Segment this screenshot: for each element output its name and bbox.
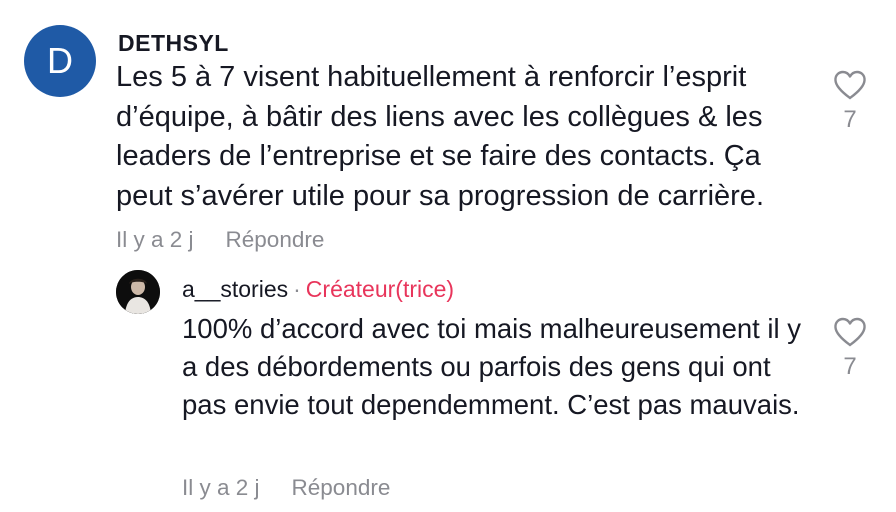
- comment-username[interactable]: DETHSYL: [118, 30, 229, 57]
- creator-badge: Créateur(trice): [305, 276, 455, 302]
- reply-timestamp: Il y a 2 j: [182, 475, 260, 500]
- separator-dot: ·: [293, 276, 301, 302]
- heart-outline-icon[interactable]: [833, 70, 867, 100]
- heart-outline-icon[interactable]: [833, 317, 867, 347]
- reply-username[interactable]: a__stories: [182, 276, 288, 302]
- reply-button[interactable]: Répondre: [226, 227, 325, 252]
- avatar-image: [116, 270, 160, 314]
- reply-like-count: 7: [843, 353, 857, 380]
- reply-text: 100% d’accord avec toi mais malheureusem…: [182, 313, 802, 420]
- reply-avatar[interactable]: [116, 270, 160, 314]
- avatar[interactable]: D: [24, 25, 96, 97]
- like-button[interactable]: 7: [830, 70, 870, 134]
- comment-text: Les 5 à 7 visent habituellement à renfor…: [116, 61, 764, 212]
- comment-timestamp: Il y a 2 j: [116, 227, 194, 252]
- reply-header: a__stories · Créateur(trice): [182, 276, 454, 303]
- like-count: 7: [843, 106, 857, 133]
- comment-meta: Il y a 2 j Répondre: [116, 227, 324, 253]
- reply-reply-button[interactable]: Répondre: [292, 475, 391, 500]
- reply-like-button[interactable]: 7: [830, 317, 870, 381]
- reply-meta: Il y a 2 j Répondre: [182, 475, 390, 501]
- avatar-letter: D: [47, 40, 73, 81]
